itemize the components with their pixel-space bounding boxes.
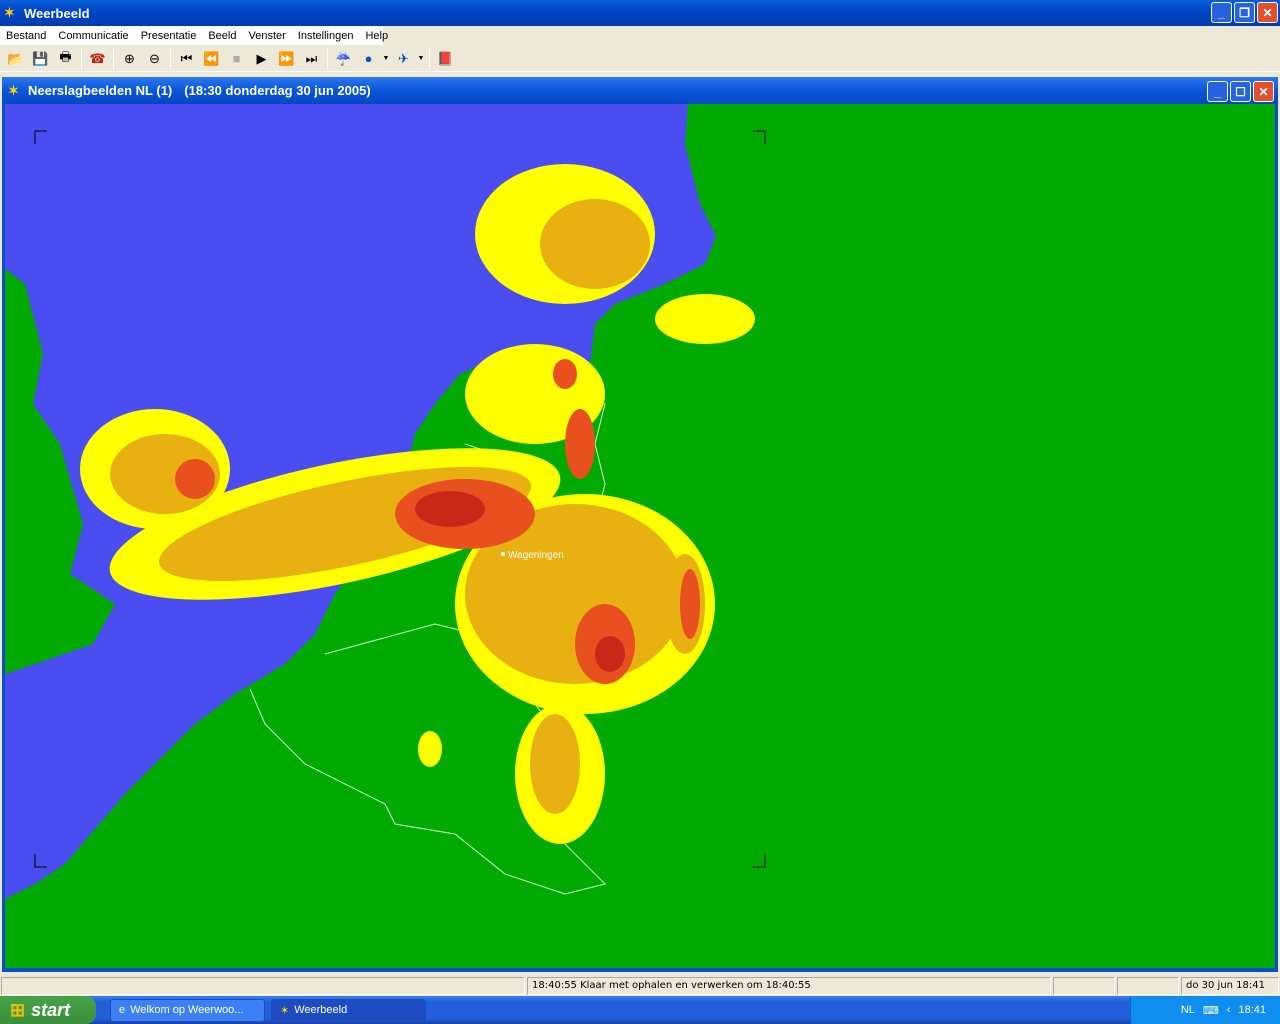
radar-map[interactable]: Wageningen — [5, 104, 1275, 968]
status-date: do 30 jun 18:41 — [1181, 977, 1279, 995]
taskbar: ⊞ start e Welkom op Weerwoo... ✶ Weerbeeld … — [0, 996, 1280, 1024]
windows-logo-icon: ⊞ — [10, 999, 26, 1020]
menu-presentatie[interactable]: Presentatie — [135, 30, 203, 42]
weather-icon[interactable]: ☔ — [331, 48, 356, 70]
save-icon[interactable]: 💾 — [28, 48, 53, 70]
toolbar: 📂 💾 🖶 ☎ ⊕ ⊖ ⏮ ⏪ ■ ▶ ⏩ ⏭ ☔ ● ▼ ✈ ▼ 📕 — [0, 46, 1280, 72]
radar-window-subtitle: (18:30 donderdag 30 jun 2005) — [184, 83, 371, 98]
system-tray: NL ⌨ ‹ 18:41 — [1130, 996, 1280, 1024]
radar-window-titlebar: ✶ Neerslagbeelden NL (1) (18:30 donderda… — [2, 77, 1278, 104]
child-minimize-button[interactable]: _ — [1207, 81, 1228, 102]
status-bar: 18:40:55 Klaar met ophalen en verwerken … — [0, 976, 1280, 996]
status-message: 18:40:55 Klaar met ophalen en verwerken … — [527, 977, 1051, 995]
language-indicator[interactable]: NL — [1181, 1004, 1195, 1016]
restore-button[interactable]: ❐ — [1234, 2, 1255, 23]
zoom-out-icon[interactable]: ⊖ — [142, 48, 167, 70]
menu-beeld[interactable]: Beeld — [202, 30, 242, 42]
fast-forward-icon[interactable]: ⏩ — [274, 48, 299, 70]
task-welkom[interactable]: e Welkom op Weerwoo... — [110, 998, 265, 1022]
menu-venster[interactable]: Venster — [242, 30, 291, 42]
radar-map-svg: Wageningen — [5, 104, 800, 899]
clock[interactable]: 18:41 — [1238, 1004, 1266, 1016]
menu-bestand[interactable]: Bestand — [0, 30, 52, 42]
globe-dropdown-icon[interactable]: ▼ — [381, 55, 391, 62]
app-icon: ✶ — [280, 1004, 290, 1017]
app-titlebar: ✶ Weerbeeld _ ❐ ✕ — [0, 0, 1280, 26]
play-icon[interactable]: ▶ — [249, 48, 274, 70]
menu-communicatie[interactable]: Communicatie — [52, 30, 134, 42]
help-book-icon[interactable]: 📕 — [433, 48, 458, 70]
zoom-in-icon[interactable]: ⊕ — [117, 48, 142, 70]
keyboard-icon[interactable]: ⌨ — [1203, 1004, 1219, 1017]
close-button[interactable]: ✕ — [1257, 2, 1278, 23]
open-icon[interactable]: 📂 — [3, 48, 28, 70]
city-label: Wageningen — [508, 550, 564, 561]
northern-land — [688, 104, 800, 299]
city-marker — [501, 552, 505, 556]
start-button[interactable]: ⊞ start — [0, 996, 96, 1024]
menu-instellingen[interactable]: Instellingen — [292, 30, 360, 42]
first-icon[interactable]: ⏮ — [174, 48, 199, 70]
satellite-dropdown-icon[interactable]: ▼ — [416, 55, 426, 62]
globe-icon[interactable]: ● — [356, 48, 381, 70]
child-close-button[interactable]: ✕ — [1253, 81, 1274, 102]
radar-window: ✶ Neerslagbeelden NL (1) (18:30 donderda… — [2, 77, 1278, 972]
satellite-icon[interactable]: ✈ — [391, 48, 416, 70]
window-icon: ✶ — [8, 82, 19, 98]
print-icon[interactable]: 🖶 — [53, 48, 78, 70]
minimize-button[interactable]: _ — [1211, 2, 1232, 23]
radar-window-title: Neerslagbeelden NL (1) — [28, 83, 173, 98]
browser-icon: e — [119, 1004, 126, 1016]
task-weerbeeld[interactable]: ✶ Weerbeeld — [271, 998, 426, 1022]
app-icon: ✶ — [4, 5, 15, 20]
app-title: Weerbeeld — [24, 5, 90, 21]
menubar: Bestand Communicatie Presentatie Beeld V… — [0, 26, 1280, 45]
tray-expand-icon[interactable]: ‹ — [1227, 1004, 1231, 1016]
phone-icon[interactable]: ☎ — [85, 48, 110, 70]
last-icon[interactable]: ⏭ — [299, 48, 324, 70]
rewind-icon[interactable]: ⏪ — [199, 48, 224, 70]
stop-icon[interactable]: ■ — [224, 48, 249, 70]
child-maximize-button[interactable]: ☐ — [1230, 81, 1251, 102]
menu-help[interactable]: Help — [359, 30, 394, 42]
